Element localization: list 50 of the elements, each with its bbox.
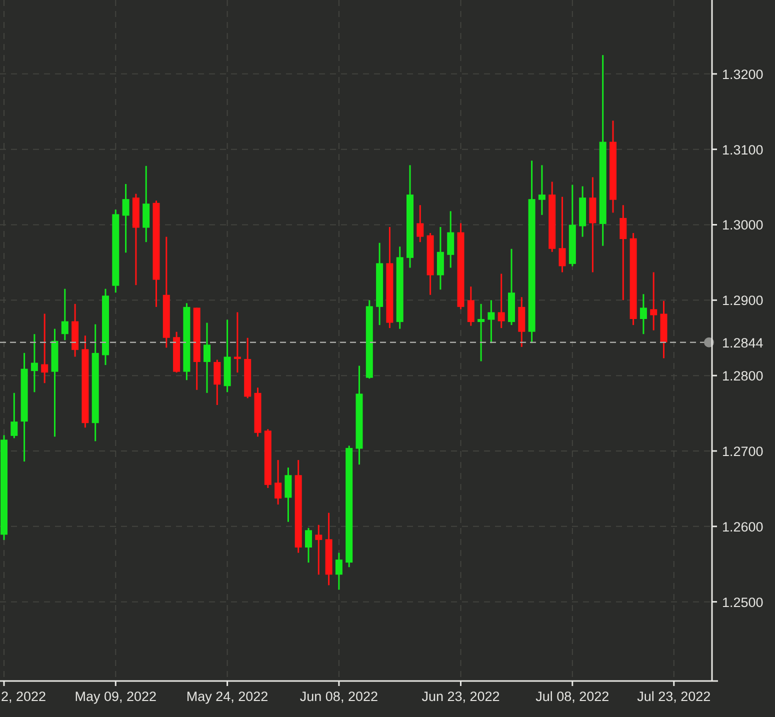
candle [467, 286, 474, 326]
y-axis-label: 1.3100 [722, 142, 764, 158]
candle [234, 312, 241, 373]
price-label: 1.2844 [722, 335, 764, 350]
y-axis-label: 1.2500 [722, 594, 764, 610]
y-axis-label: 1.3000 [722, 218, 764, 233]
candle [274, 460, 282, 505]
candle [416, 205, 424, 242]
x-axis-label: Jul 23, 2022 [637, 689, 711, 704]
candle [488, 300, 495, 344]
y-axis-label: 1.3200 [722, 66, 764, 82]
candle [538, 165, 546, 215]
y-axis-label: 1.2800 [722, 368, 764, 384]
candle [214, 360, 221, 405]
candle [640, 294, 647, 334]
y-axis-label: 1.2600 [722, 519, 764, 534]
x-axis-label: Jul 08, 2022 [536, 689, 610, 704]
candle [650, 272, 658, 330]
candle [335, 552, 342, 590]
price-dot [704, 337, 714, 348]
candle [10, 392, 18, 438]
candle [254, 388, 262, 437]
candle [204, 322, 210, 393]
candle [447, 211, 454, 268]
candle [61, 288, 68, 340]
candle [305, 528, 312, 563]
x-axis-label: Jun 23, 2022 [422, 689, 500, 704]
candle [436, 227, 444, 290]
candle [173, 332, 180, 373]
candle [518, 297, 526, 347]
candle [264, 429, 272, 488]
candle [579, 186, 586, 237]
candle [478, 304, 485, 362]
candle [284, 468, 292, 522]
candle [72, 304, 79, 357]
candle [548, 182, 556, 252]
y-axis-label: 1.2900 [722, 293, 764, 308]
y-axis-label: 1.2700 [722, 444, 764, 459]
candle [426, 233, 434, 295]
candle [41, 314, 48, 384]
candle [315, 524, 322, 575]
candle [122, 184, 130, 253]
x-axis-label: Jun 08, 2022 [300, 689, 378, 704]
x-axis-label: 2, 2022 [1, 689, 46, 704]
candle [30, 334, 38, 392]
x-axis-label: May 24, 2022 [186, 689, 268, 704]
candle [660, 300, 668, 358]
x-axis-label: May 09, 2022 [74, 689, 157, 704]
candle [244, 338, 252, 398]
candle [498, 274, 505, 328]
